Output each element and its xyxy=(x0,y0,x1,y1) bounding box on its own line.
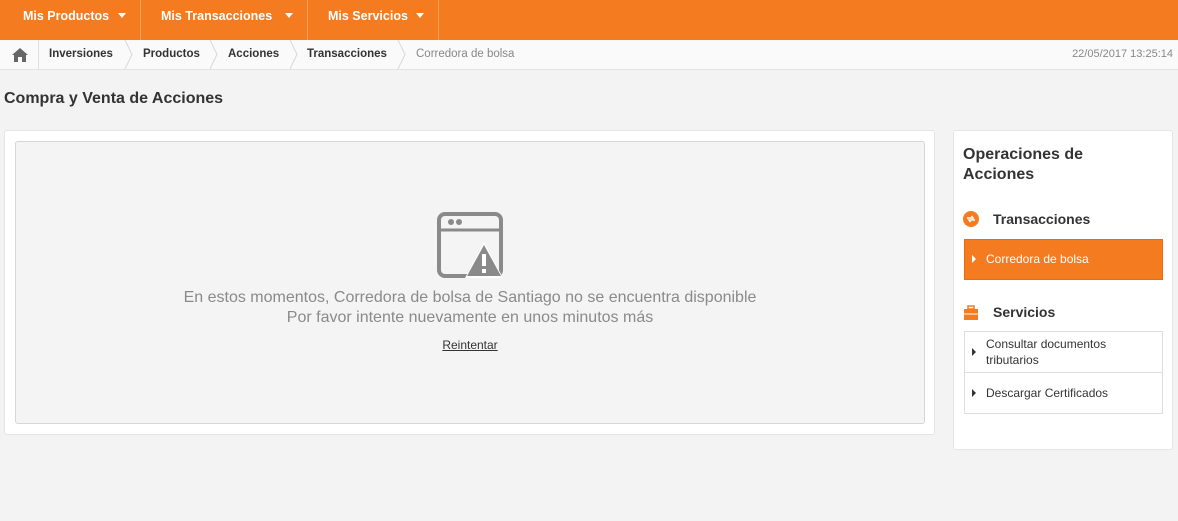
nav-mis-servicios[interactable]: Mis Servicios xyxy=(308,0,439,40)
sidebar-item-label: Descargar Certificados xyxy=(986,386,1109,400)
error-message-line1: En estos momentos, Corredora de bolsa de… xyxy=(183,289,757,306)
chevron-down-icon xyxy=(416,13,424,18)
top-navigation: Mis Productos Mis Transacciones Mis Serv… xyxy=(0,0,1178,40)
breadcrumb-current: Corredora de bolsa xyxy=(416,48,515,60)
nav-mis-transacciones-label: Mis Transacciones xyxy=(161,9,273,23)
caret-right-icon xyxy=(972,348,976,356)
breadcrumb-acciones[interactable]: Acciones xyxy=(228,40,279,69)
breadcrumb-inversiones[interactable]: Inversiones xyxy=(49,40,113,69)
breadcrumb-separator-icon xyxy=(209,40,218,69)
breadcrumb-productos[interactable]: Productos xyxy=(143,40,200,69)
caret-right-icon xyxy=(972,255,976,263)
section-servicios-label: Servicios xyxy=(993,304,1056,320)
retry-link[interactable]: Reintentar xyxy=(16,338,924,352)
chevron-down-icon xyxy=(118,13,126,18)
sidebar-item-consultar-documentos[interactable]: Consultar documentos tributarios xyxy=(964,331,1163,373)
sidebar-item-descargar-certificados[interactable]: Descargar Certificados xyxy=(964,372,1163,414)
main-card: En estos momentos, Corredora de bolsa de… xyxy=(4,130,935,435)
home-icon xyxy=(12,48,28,62)
chevron-down-icon xyxy=(285,13,293,18)
sidebar-item-label: Corredora de bolsa xyxy=(986,252,1089,266)
page-title: Compra y Venta de Acciones xyxy=(4,90,224,107)
nav-mis-servicios-label: Mis Servicios xyxy=(328,9,408,23)
breadcrumb-separator-icon xyxy=(124,40,133,69)
home-button[interactable] xyxy=(0,40,39,69)
sidebar-item-label: Consultar documentos tributarios xyxy=(986,337,1107,367)
browser-warning-icon xyxy=(437,212,503,278)
breadcrumb-separator-icon xyxy=(289,40,298,69)
breadcrumb-separator-icon xyxy=(397,40,406,69)
sidebar-item-corredora-de-bolsa[interactable]: Corredora de bolsa xyxy=(964,239,1163,280)
operations-sidebar: Operaciones de Acciones Transacciones Co… xyxy=(953,130,1173,450)
exchange-icon xyxy=(963,211,979,227)
nav-mis-transacciones[interactable]: Mis Transacciones xyxy=(141,0,308,40)
breadcrumb: Inversiones Productos Acciones Transacci… xyxy=(0,40,1178,70)
breadcrumb-transacciones[interactable]: Transacciones xyxy=(307,40,387,69)
error-message-line2: Por favor intente nuevamente en unos min… xyxy=(286,309,654,326)
nav-mis-productos-label: Mis Productos xyxy=(23,9,110,23)
caret-right-icon xyxy=(972,389,976,397)
sidebar-title: Operaciones de Acciones xyxy=(963,146,1084,183)
error-panel: En estos momentos, Corredora de bolsa de… xyxy=(15,141,925,424)
datetime-stamp: 22/05/2017 13:25:14 xyxy=(1072,48,1173,60)
briefcase-icon xyxy=(964,305,978,320)
nav-mis-productos[interactable]: Mis Productos xyxy=(0,0,141,40)
section-transacciones-label: Transacciones xyxy=(993,211,1091,227)
